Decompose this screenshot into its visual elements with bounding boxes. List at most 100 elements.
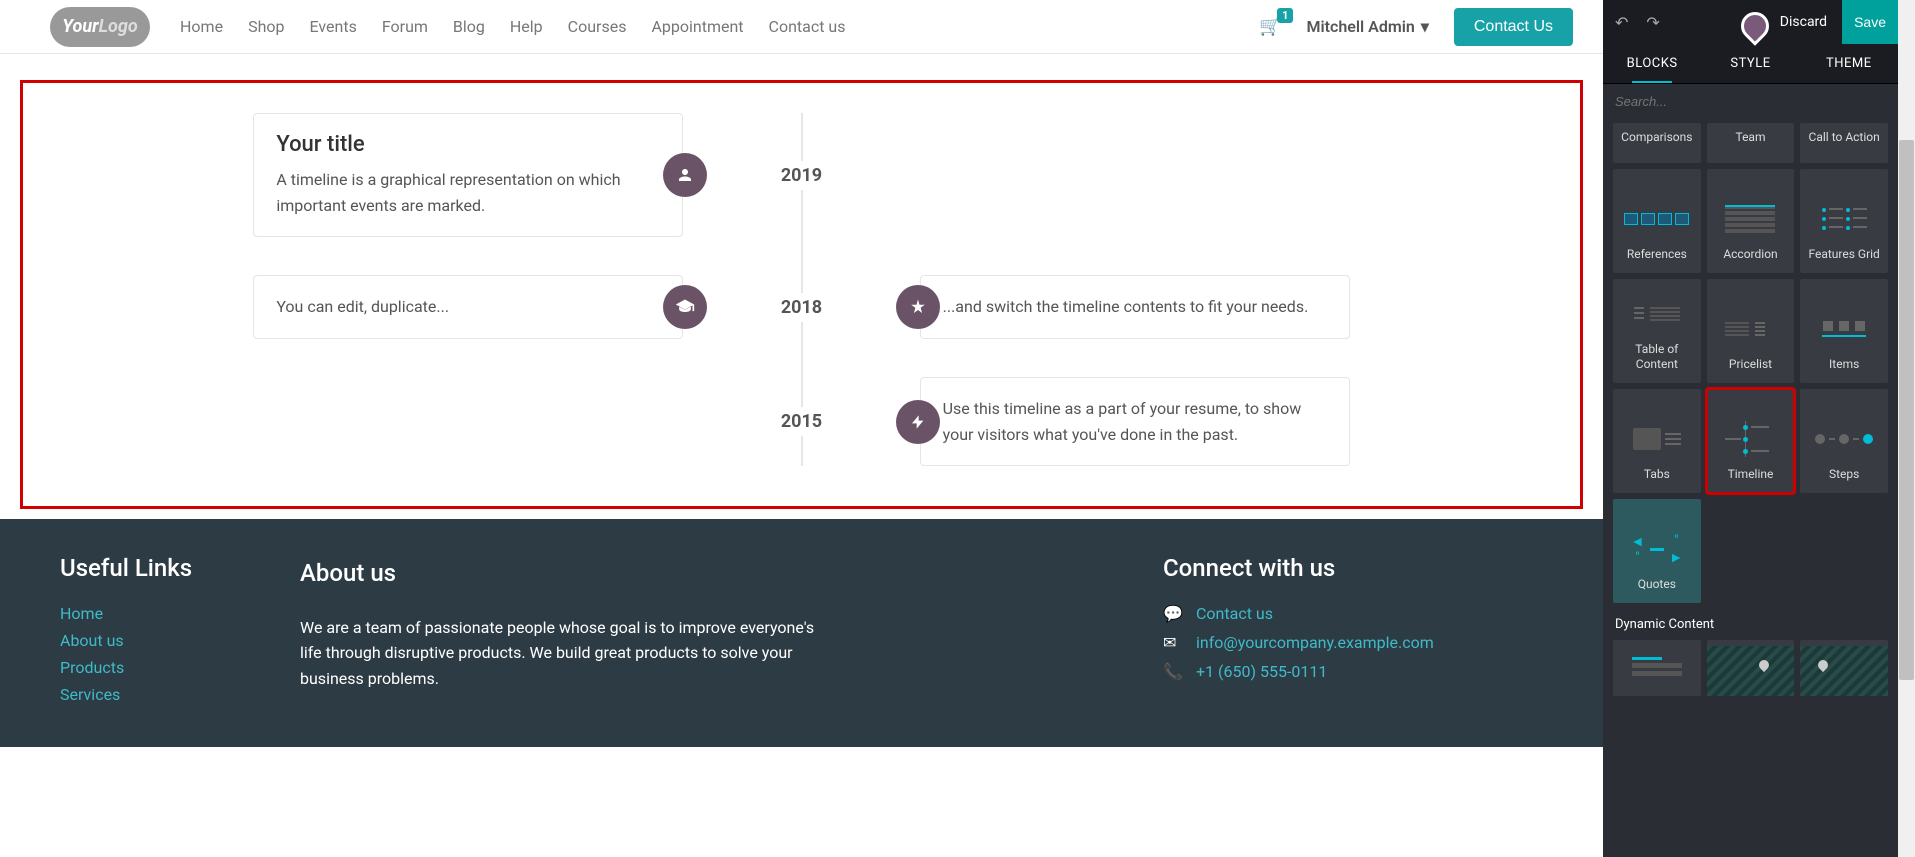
nav-help[interactable]: Help: [510, 17, 543, 36]
block-team[interactable]: Team: [1707, 123, 1795, 163]
timeline-card-title[interactable]: Your title: [276, 132, 660, 157]
footer-heading: About us: [300, 554, 820, 592]
cart-button[interactable]: 🛒 1: [1259, 16, 1281, 37]
block-label: Accordion: [1723, 247, 1777, 263]
timeline-year: 2019: [781, 161, 822, 190]
user-name: Mitchell Admin: [1306, 17, 1414, 36]
block-tabs[interactable]: Tabs: [1613, 389, 1701, 493]
save-button[interactable]: Save: [1842, 0, 1898, 44]
main-nav: Home Shop Events Forum Blog Help Courses…: [180, 17, 846, 36]
bolt-icon: [896, 400, 940, 444]
footer-connect: Connect with us 💬 Contact us ✉ info@your…: [1163, 554, 1543, 712]
timeline-row-2015: 2015 Use this timeline as a part of your…: [63, 377, 1540, 466]
timeline-row-2019: Your title A timeline is a graphical rep…: [63, 113, 1540, 237]
site-logo[interactable]: YourLogo: [50, 7, 150, 47]
footer-contact-link[interactable]: Contact us: [1196, 604, 1273, 623]
timeline-snippet-selection[interactable]: Your title A timeline is a graphical rep…: [20, 80, 1583, 509]
footer-useful-links: Useful Links Home About us Products Serv…: [60, 554, 240, 712]
block-label: Quotes: [1638, 577, 1676, 593]
footer-heading: Connect with us: [1163, 554, 1543, 582]
block-search: [1603, 84, 1898, 119]
block-label: Items: [1829, 357, 1859, 373]
nav-events[interactable]: Events: [309, 17, 356, 36]
cart-badge: 1: [1277, 8, 1293, 23]
discard-button[interactable]: Discard: [1765, 2, 1842, 42]
user-menu[interactable]: Mitchell Admin ▾: [1306, 17, 1428, 36]
undo-button[interactable]: ↶: [1615, 13, 1628, 32]
footer-link-products[interactable]: Products: [60, 658, 240, 677]
tab-theme[interactable]: THEME: [1800, 44, 1898, 83]
search-input[interactable]: [1603, 84, 1898, 119]
timeline-card-desc[interactable]: A timeline is a graphical representation…: [276, 167, 660, 218]
footer-about-text: We are a team of passionate people whose…: [300, 615, 820, 692]
block-label: References: [1627, 247, 1687, 263]
block-features-grid[interactable]: Features Grid: [1800, 169, 1888, 273]
nav-home[interactable]: Home: [180, 17, 223, 36]
nav-blog[interactable]: Blog: [453, 17, 485, 36]
logo-text-2: Logo: [99, 16, 138, 37]
block-steps[interactable]: Steps: [1800, 389, 1888, 493]
timeline-card-text[interactable]: ...and switch the timeline contents to f…: [943, 294, 1327, 320]
timeline-year: 2018: [781, 293, 822, 322]
block-items[interactable]: Items: [1800, 279, 1888, 383]
scrollbar-thumb[interactable]: [1899, 140, 1914, 680]
block-call-to-action[interactable]: Call to Action: [1800, 123, 1888, 163]
block-dynamic-map-2[interactable]: [1800, 640, 1888, 696]
page-content: Your title A timeline is a graphical rep…: [0, 54, 1603, 857]
block-references[interactable]: References: [1613, 169, 1701, 273]
footer-email-link[interactable]: info@yourcompany.example.com: [1196, 633, 1434, 652]
footer-phone[interactable]: +1 (650) 555-0111: [1196, 662, 1327, 681]
nav-forum[interactable]: Forum: [382, 17, 428, 36]
footer-link-about[interactable]: About us: [60, 631, 240, 650]
block-timeline[interactable]: Timeline: [1707, 389, 1795, 493]
block-label: Features Grid: [1808, 247, 1879, 263]
logo-text-1: Your: [62, 16, 98, 37]
contact-us-button[interactable]: Contact Us: [1454, 8, 1573, 46]
block-quotes[interactable]: ◄ " " ► Quotes: [1613, 499, 1701, 603]
timeline-card[interactable]: Use this timeline as a part of your resu…: [920, 377, 1350, 466]
timeline-card-text[interactable]: You can edit, duplicate...: [276, 294, 660, 320]
editor-sidebar: ↶ ↷ Discard Save BLOCKS STYLE THEME Comp…: [1603, 0, 1898, 857]
block-pricelist[interactable]: Pricelist: [1707, 279, 1795, 383]
footer-about: About us We are a team of passionate peo…: [300, 554, 820, 712]
timeline-card[interactable]: ...and switch the timeline contents to f…: [920, 275, 1350, 339]
envelope-icon: ✉: [1163, 633, 1181, 652]
block-dynamic-1[interactable]: [1613, 640, 1701, 696]
vertical-scrollbar[interactable]: [1898, 0, 1915, 857]
timeline-card[interactable]: You can edit, duplicate...: [253, 275, 683, 339]
star-icon: [896, 285, 940, 329]
phone-icon: 📞: [1163, 662, 1181, 681]
timeline-card-text[interactable]: Use this timeline as a part of your resu…: [943, 396, 1327, 447]
timeline-row-2018: You can edit, duplicate... 2018: [63, 267, 1540, 347]
nav-shop[interactable]: Shop: [248, 17, 284, 36]
speech-icon: 💬: [1163, 604, 1181, 623]
block-label: Steps: [1829, 467, 1859, 483]
section-dynamic-content: Dynamic Content: [1615, 617, 1888, 632]
block-label: Call to Action: [1809, 130, 1880, 146]
block-table-of-content[interactable]: Table of Content: [1613, 279, 1701, 383]
block-dynamic-map-1[interactable]: [1707, 640, 1795, 696]
site-footer: Useful Links Home About us Products Serv…: [0, 519, 1603, 747]
footer-link-home[interactable]: Home: [60, 604, 240, 623]
block-label: Comparisons: [1621, 130, 1692, 146]
tab-blocks[interactable]: BLOCKS: [1603, 44, 1701, 83]
timeline-card[interactable]: Your title A timeline is a graphical rep…: [253, 113, 683, 237]
blocks-panel: Comparisons Team Call to Action Referenc…: [1603, 119, 1898, 857]
site-header: YourLogo Home Shop Events Forum Blog Hel…: [0, 0, 1603, 54]
block-comparisons[interactable]: Comparisons: [1613, 123, 1701, 163]
redo-button[interactable]: ↷: [1646, 13, 1659, 32]
nav-courses[interactable]: Courses: [568, 17, 627, 36]
block-label: Pricelist: [1729, 357, 1772, 373]
block-label: Tabs: [1644, 467, 1670, 483]
nav-appointment[interactable]: Appointment: [651, 17, 743, 36]
editor-tabs: BLOCKS STYLE THEME: [1603, 44, 1898, 84]
chevron-down-icon: ▾: [1421, 17, 1429, 36]
block-label: Timeline: [1728, 467, 1774, 483]
block-label: Table of Content: [1617, 342, 1697, 373]
footer-heading: Useful Links: [60, 554, 240, 582]
person-icon: [663, 153, 707, 197]
nav-contact[interactable]: Contact us: [769, 17, 846, 36]
block-accordion[interactable]: Accordion: [1707, 169, 1795, 273]
tab-style[interactable]: STYLE: [1701, 44, 1799, 83]
footer-link-services[interactable]: Services: [60, 685, 240, 704]
